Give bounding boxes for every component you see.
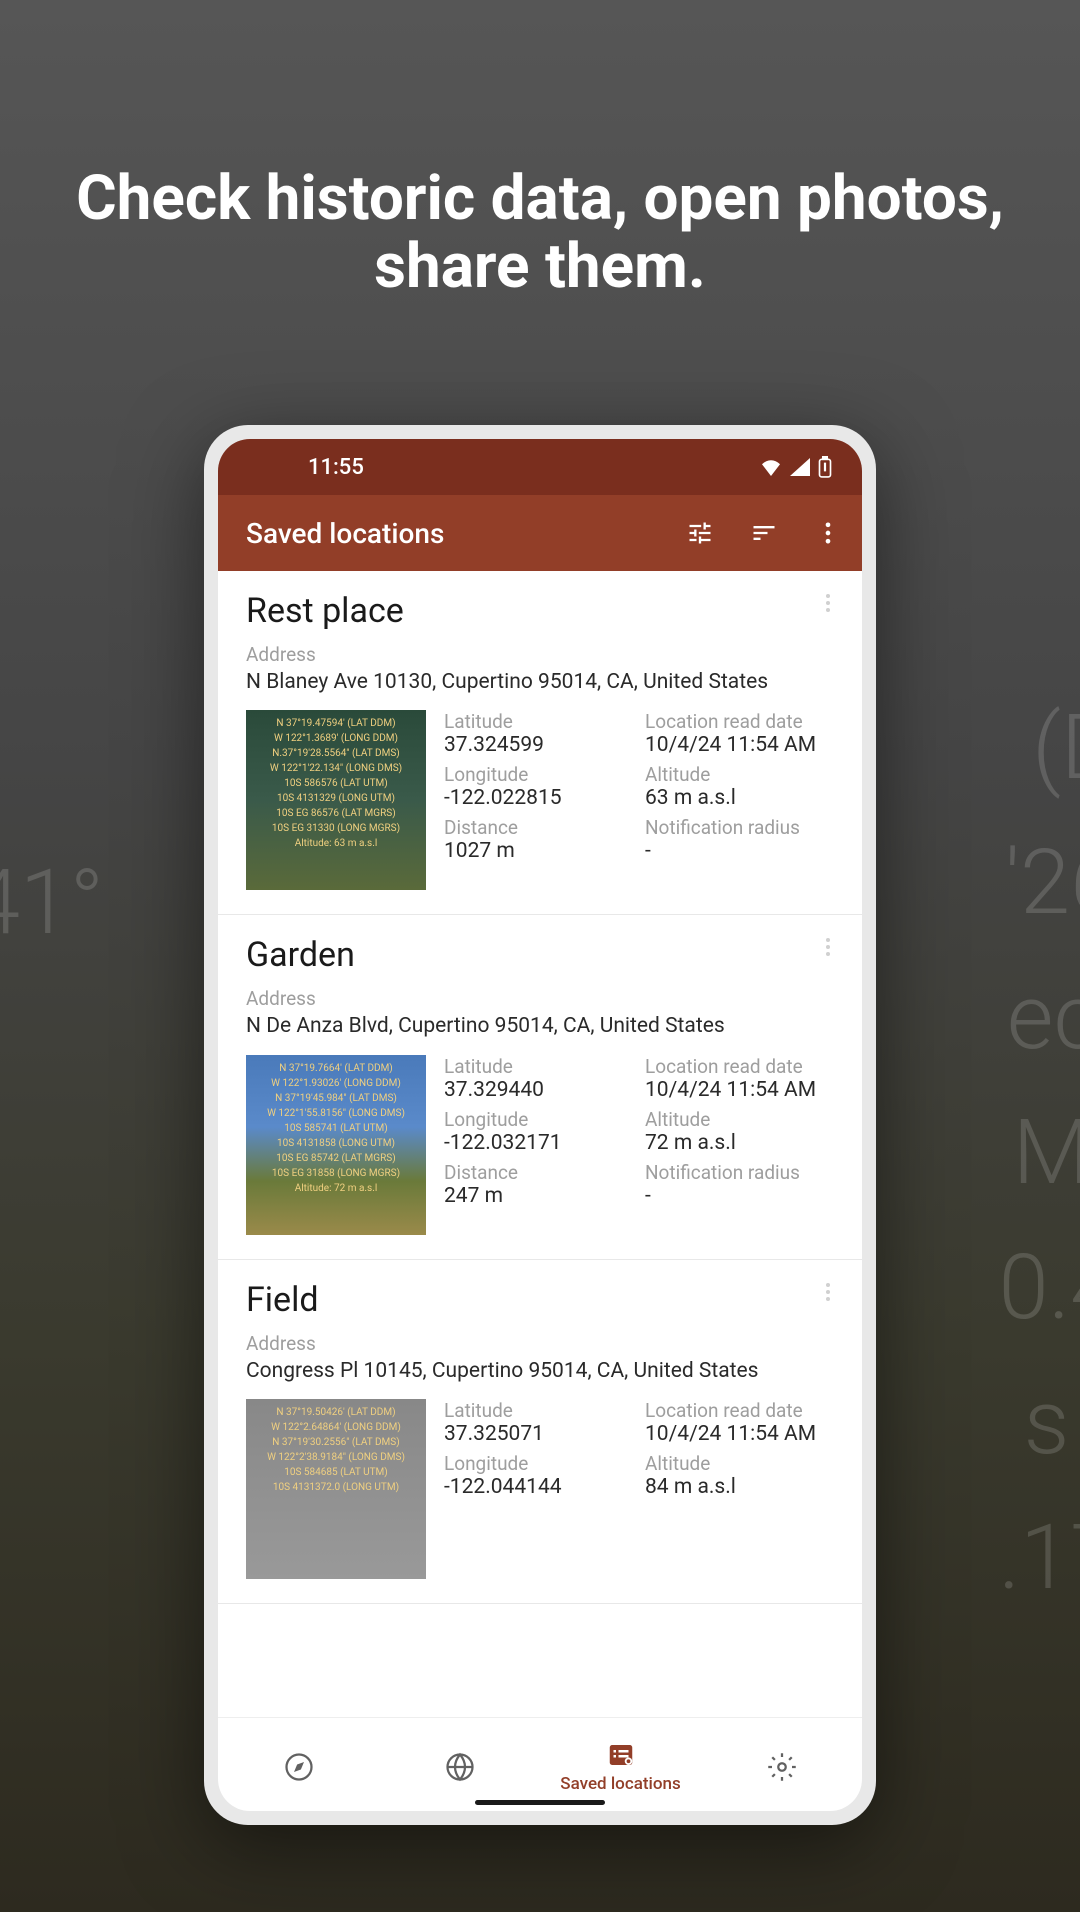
promo-headline: Check historic data, open photos, share … — [0, 165, 1080, 301]
distance-label: Distance — [444, 816, 633, 839]
longitude-value: -122.022815 — [444, 786, 633, 810]
location-card[interactable]: Field Address Congress Pl 10145, Cuperti… — [218, 1260, 862, 1604]
battery-icon — [818, 456, 832, 478]
location-thumbnail[interactable]: N 37°19.50426' (LAT DDM)W 122°2.64864' (… — [246, 1399, 426, 1579]
location-title: Rest place — [246, 591, 834, 631]
status-icons — [760, 456, 832, 478]
bg-decor-text: (D'26eciM)0.4s (.17 — [999, 680, 1080, 1625]
altitude-value: 63 m a.s.l — [645, 786, 834, 810]
altitude-label: Altitude — [645, 763, 834, 786]
readdate-value: 10/4/24 11:54 AM — [645, 1422, 834, 1446]
signal-icon — [790, 458, 810, 476]
compass-icon — [284, 1752, 314, 1782]
location-thumbnail[interactable]: N 37°19.7664' (LAT DDM)W 122°1.93026' (L… — [246, 1055, 426, 1235]
longitude-label: Longitude — [444, 1108, 633, 1131]
latitude-label: Latitude — [444, 1399, 633, 1422]
longitude-label: Longitude — [444, 763, 633, 786]
distance-value: 247 m — [444, 1184, 633, 1208]
readdate-value: 10/4/24 11:54 AM — [645, 733, 834, 757]
address-value: N Blaney Ave 10130, Cupertino 95014, CA,… — [246, 668, 834, 696]
longitude-label: Longitude — [444, 1452, 633, 1475]
address-value: N De Anza Blvd, Cupertino 95014, CA, Uni… — [246, 1012, 834, 1040]
radius-value: - — [645, 1184, 834, 1208]
latitude-label: Latitude — [444, 1055, 633, 1078]
address-value: Congress Pl 10145, Cupertino 95014, CA, … — [246, 1357, 834, 1385]
location-title: Garden — [246, 935, 834, 975]
location-thumbnail[interactable]: N 37°19.47594' (LAT DDM)W 122°1.3689' (L… — [246, 710, 426, 890]
latitude-value: 37.324599 — [444, 733, 633, 757]
address-label: Address — [246, 643, 834, 666]
app-bar-title: Saved locations — [246, 517, 682, 550]
nav-saved-locations[interactable]: Saved locations — [540, 1740, 701, 1794]
nav-settings[interactable] — [701, 1752, 862, 1782]
readdate-value: 10/4/24 11:54 AM — [645, 1078, 834, 1102]
list-icon — [606, 1740, 636, 1770]
location-card[interactable]: Rest place Address N Blaney Ave 10130, C… — [218, 571, 862, 915]
card-menu-button[interactable] — [816, 591, 840, 619]
phone-screen: 11:55 Saved locations — [218, 439, 862, 1811]
sort-icon — [750, 519, 778, 547]
radius-value: - — [645, 839, 834, 863]
status-time: 11:55 — [308, 455, 364, 480]
sort-button[interactable] — [746, 515, 782, 551]
location-title: Field — [246, 1280, 834, 1320]
bottom-nav: Saved locations — [218, 1717, 862, 1811]
address-label: Address — [246, 987, 834, 1010]
altitude-value: 72 m a.s.l — [645, 1131, 834, 1155]
altitude-value: 84 m a.s.l — [645, 1475, 834, 1499]
latitude-value: 37.325071 — [444, 1422, 633, 1446]
gear-icon — [767, 1752, 797, 1782]
bg-decor-text: 41° — [0, 850, 104, 955]
altitude-label: Altitude — [645, 1108, 834, 1131]
radius-label: Notification radius — [645, 1161, 834, 1184]
address-label: Address — [246, 1332, 834, 1355]
readdate-label: Location read date — [645, 1055, 834, 1078]
distance-label: Distance — [444, 1161, 633, 1184]
distance-value: 1027 m — [444, 839, 633, 863]
filter-button[interactable] — [682, 515, 718, 551]
radius-label: Notification radius — [645, 816, 834, 839]
overflow-button[interactable] — [810, 515, 846, 551]
tune-icon — [686, 519, 714, 547]
readdate-label: Location read date — [645, 710, 834, 733]
home-indicator — [475, 1800, 605, 1805]
more-vert-icon — [816, 591, 840, 615]
more-vert-icon — [816, 1280, 840, 1304]
location-card[interactable]: Garden Address N De Anza Blvd, Cupertino… — [218, 915, 862, 1259]
altitude-label: Altitude — [645, 1452, 834, 1475]
readdate-label: Location read date — [645, 1399, 834, 1422]
more-vert-icon — [816, 935, 840, 959]
card-menu-button[interactable] — [816, 1280, 840, 1308]
longitude-value: -122.032171 — [444, 1131, 633, 1155]
nav-saved-label: Saved locations — [560, 1774, 680, 1794]
phone-frame: 11:55 Saved locations — [204, 425, 876, 1825]
latitude-label: Latitude — [444, 710, 633, 733]
latitude-value: 37.329440 — [444, 1078, 633, 1102]
content-list[interactable]: Rest place Address N Blaney Ave 10130, C… — [218, 571, 862, 1717]
nav-compass[interactable] — [218, 1752, 379, 1782]
app-bar: Saved locations — [218, 495, 862, 571]
card-menu-button[interactable] — [816, 935, 840, 963]
globe-icon — [445, 1752, 475, 1782]
status-bar: 11:55 — [218, 439, 862, 495]
longitude-value: -122.044144 — [444, 1475, 633, 1499]
nav-globe[interactable] — [379, 1752, 540, 1782]
more-vert-icon — [814, 519, 842, 547]
wifi-icon — [760, 458, 782, 476]
